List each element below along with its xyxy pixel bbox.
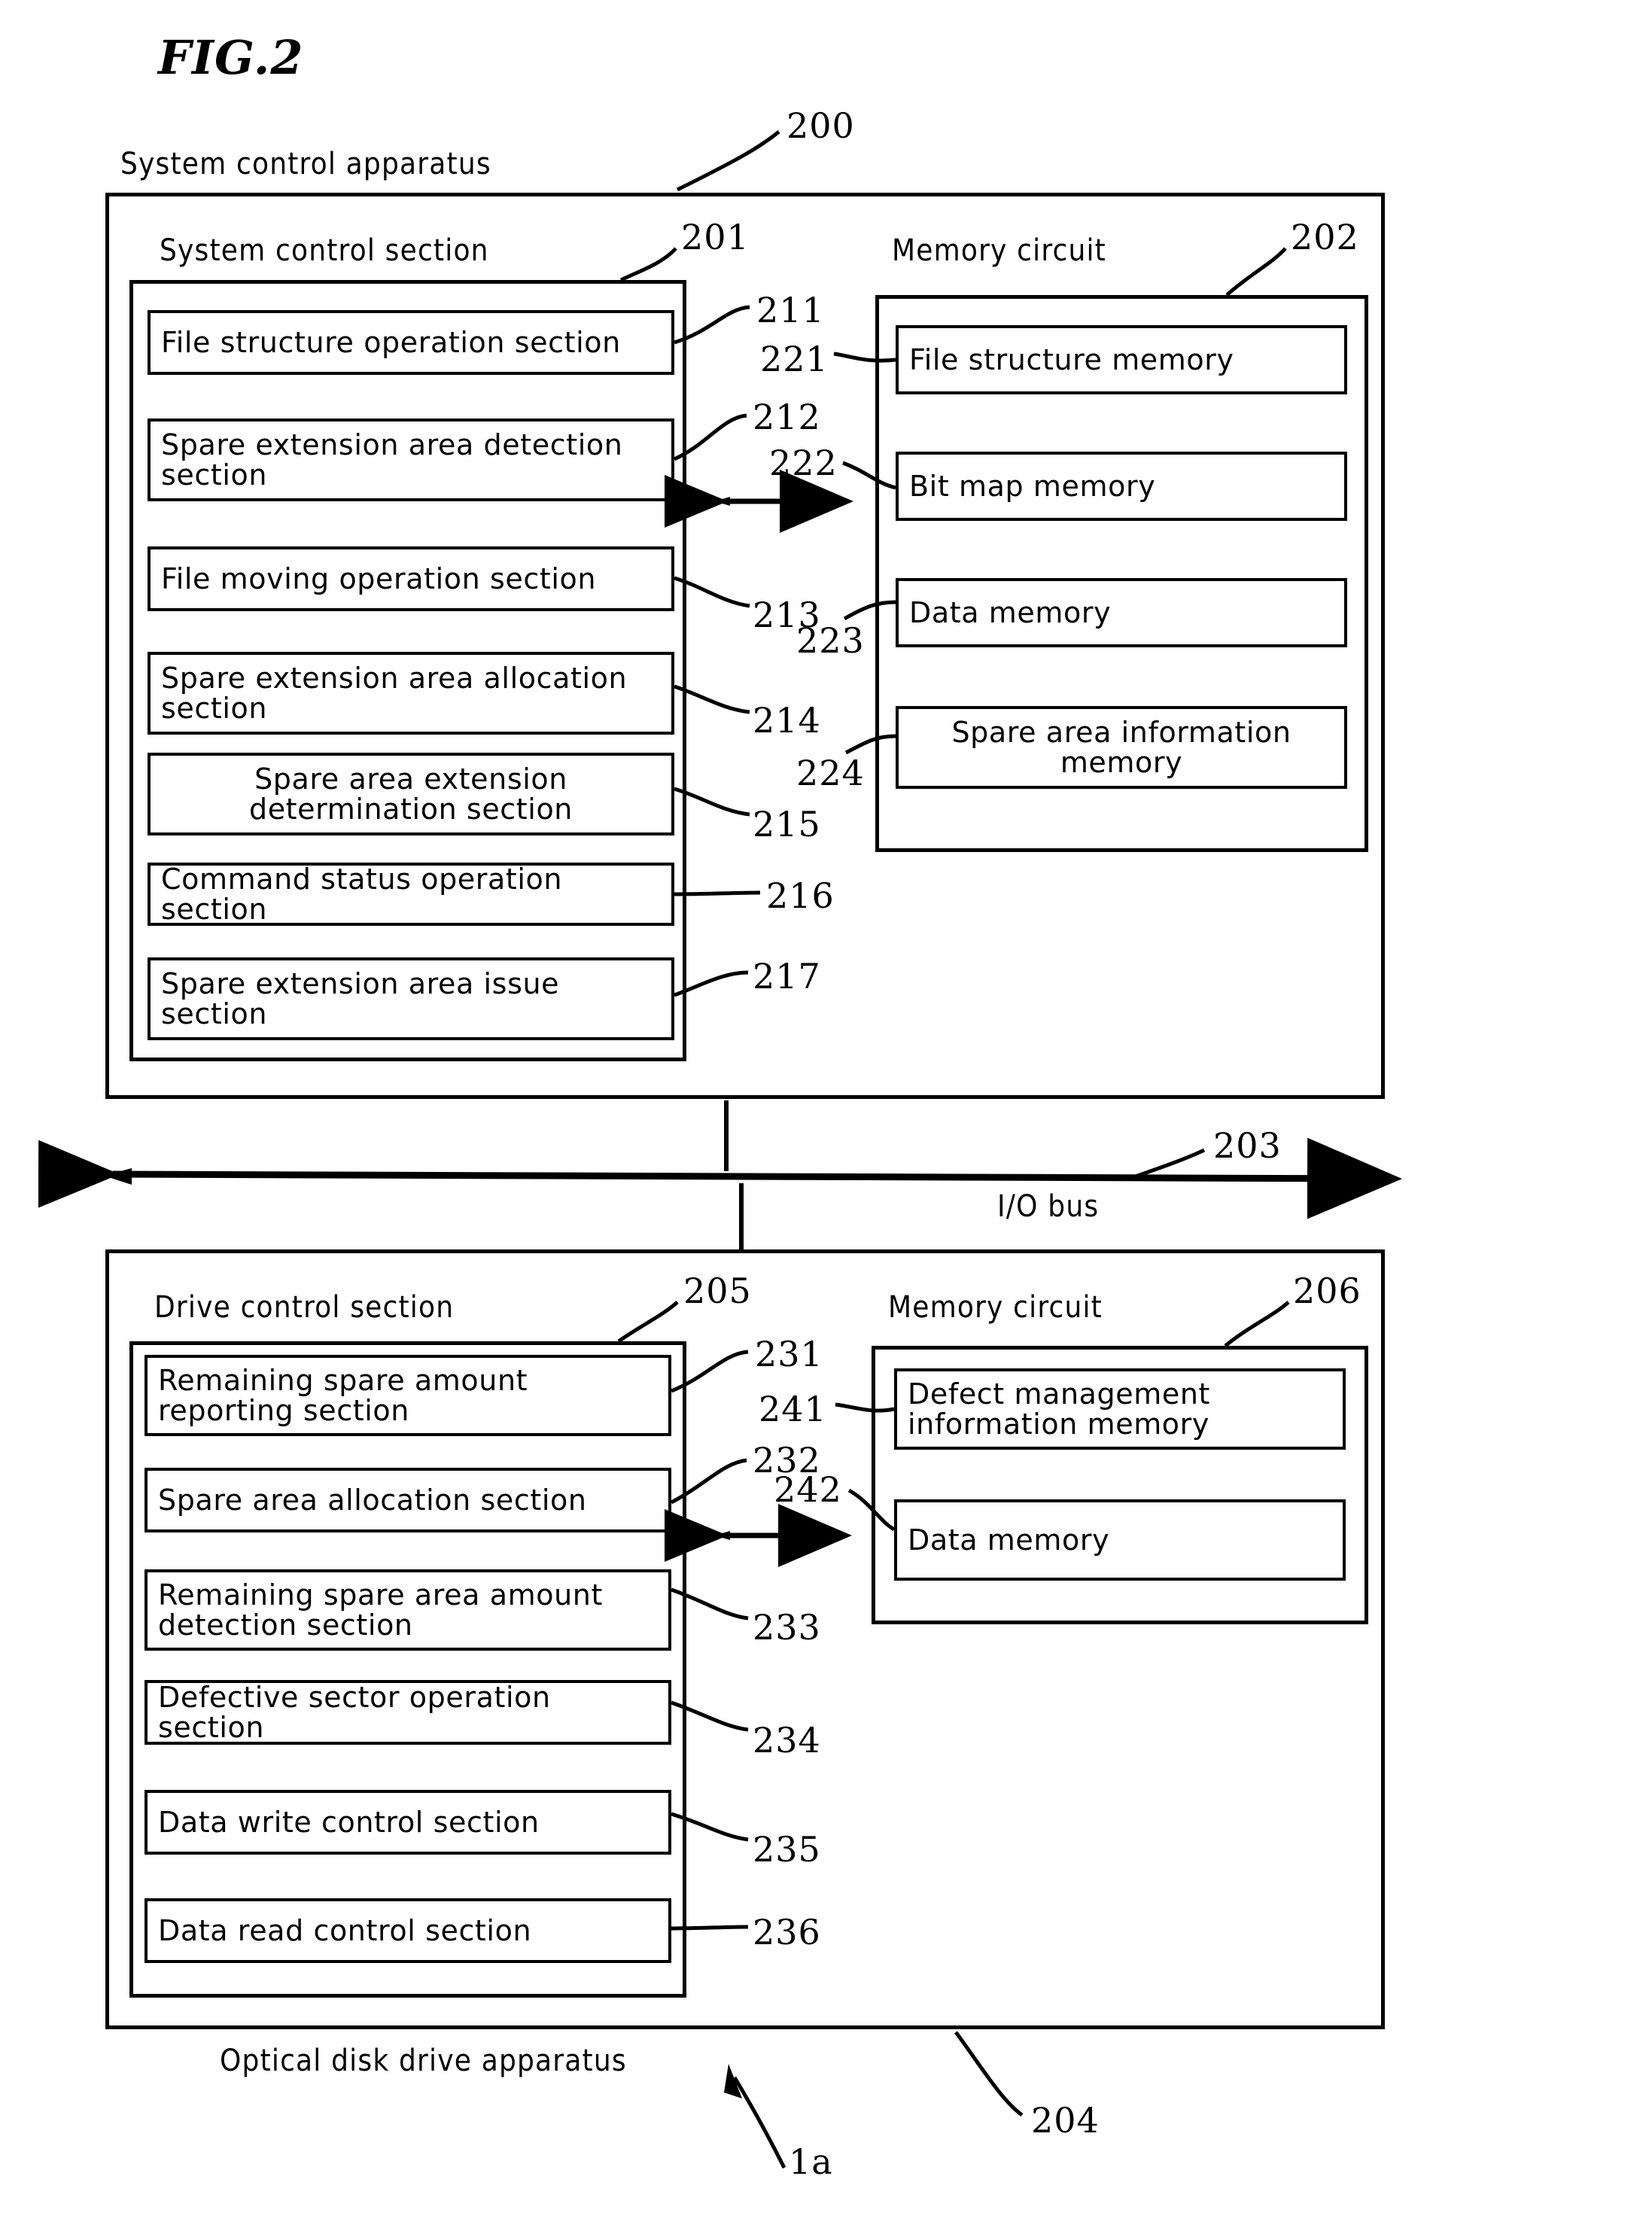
ref-200: 200 — [786, 105, 855, 146]
unit-label: Spare extension area issue section — [161, 966, 560, 1030]
unit-label: Spare extension area detection section — [161, 428, 623, 492]
figure-title: FIG.2 — [158, 30, 304, 85]
unit-label: Data write control section — [158, 1805, 540, 1839]
memory-data-memory-upper[interactable]: Data memory — [896, 578, 1347, 647]
io-bus-label: I/O bus — [997, 1189, 1100, 1224]
ref-236: 236 — [753, 1912, 821, 1952]
memory-label: Data memory — [909, 595, 1112, 629]
ref-206: 206 — [1293, 1271, 1361, 1311]
patent-figure-page: FIG.2 System control apparatus 200 Syste… — [0, 0, 1652, 2240]
ref-202: 202 — [1291, 217, 1359, 257]
ref-235: 235 — [753, 1829, 821, 1870]
memory-defect-management-information-memory[interactable]: Defect management information memory — [894, 1368, 1346, 1450]
leader-203 — [1128, 1148, 1206, 1181]
ref-234: 234 — [753, 1720, 821, 1761]
unit-label: Spare area allocation section — [158, 1483, 587, 1517]
unit-spare-extension-area-detection-section[interactable]: Spare extension area detection section — [148, 418, 674, 501]
memory-label: File structure memory — [909, 342, 1234, 376]
leader-204 — [954, 2031, 1024, 2117]
ref-216: 216 — [766, 875, 835, 916]
unit-defective-sector-operation-section[interactable]: Defective sector operation section — [145, 1680, 671, 1745]
ref-217: 217 — [753, 956, 821, 997]
ref-221: 221 — [760, 339, 829, 379]
ref-223: 223 — [796, 620, 865, 661]
ref-222: 222 — [769, 443, 838, 483]
ref-231: 231 — [755, 1334, 823, 1374]
unit-remaining-spare-area-amount-detection-section[interactable]: Remaining spare area amount detection se… — [145, 1569, 671, 1651]
memory-spare-area-information-memory[interactable]: Spare area information memory — [896, 706, 1347, 789]
unit-label: Spare area extension determination secti… — [248, 762, 573, 826]
system-control-apparatus-label: System control apparatus — [120, 147, 491, 181]
unit-label: Data read control section — [158, 1913, 532, 1947]
ref-211: 211 — [756, 290, 825, 330]
unit-file-moving-operation-section[interactable]: File moving operation section — [148, 546, 674, 611]
unit-remaining-spare-amount-reporting-section[interactable]: Remaining spare amount reporting section — [145, 1355, 671, 1436]
ref-215: 215 — [753, 804, 821, 845]
ref-241: 241 — [759, 1389, 827, 1429]
unit-data-write-control-section[interactable]: Data write control section — [145, 1790, 671, 1855]
unit-label: Remaining spare amount reporting section — [158, 1363, 528, 1427]
memory-label: Defect management information memory — [908, 1377, 1211, 1441]
leader-1a — [732, 2076, 786, 2169]
ref-233: 233 — [753, 1607, 821, 1648]
ref-212: 212 — [753, 397, 821, 437]
ref-205: 205 — [683, 1271, 752, 1311]
unit-label: Defective sector operation section — [158, 1680, 551, 1744]
memory-label: Bit map memory — [909, 469, 1156, 503]
unit-label: Command status operation section — [161, 862, 563, 926]
unit-file-structure-operation-section[interactable]: File structure operation section — [148, 310, 674, 375]
unit-spare-area-allocation-section[interactable]: Spare area allocation section — [145, 1468, 671, 1532]
unit-label: File structure operation section — [161, 325, 621, 359]
memory-data-memory-lower[interactable]: Data memory — [894, 1499, 1346, 1581]
ref-242: 242 — [774, 1469, 842, 1510]
io-bus-line — [38, 1137, 1402, 1219]
ref-201: 201 — [681, 217, 750, 257]
memory-circuit-label-lower: Memory circuit — [888, 1290, 1103, 1325]
unit-label: Spare extension area allocation section — [161, 661, 628, 725]
drive-control-section-label: Drive control section — [154, 1290, 455, 1325]
memory-bit-map-memory[interactable]: Bit map memory — [896, 452, 1347, 521]
unit-label: File moving operation section — [161, 562, 597, 595]
unit-label: Remaining spare area amount detection se… — [158, 1578, 603, 1642]
memory-circuit-label-upper: Memory circuit — [892, 233, 1106, 268]
ref-203: 203 — [1213, 1125, 1282, 1166]
ref-204: 204 — [1031, 2100, 1100, 2141]
unit-spare-extension-area-issue-section[interactable]: Spare extension area issue section — [148, 957, 674, 1040]
optical-disk-drive-apparatus-label: Optical disk drive apparatus — [220, 2044, 627, 2078]
ref-1a: 1a — [789, 2141, 833, 2182]
memory-label: Spare area information memory — [951, 715, 1291, 779]
memory-file-structure-memory[interactable]: File structure memory — [896, 325, 1347, 394]
unit-data-read-control-section[interactable]: Data read control section — [145, 1898, 671, 1963]
unit-spare-area-extension-determination-section[interactable]: Spare area extension determination secti… — [148, 753, 674, 835]
leader-200 — [676, 130, 780, 192]
unit-command-status-operation-section[interactable]: Command status operation section — [148, 863, 674, 926]
system-control-section-label: System control section — [160, 233, 489, 268]
ref-224: 224 — [796, 753, 865, 793]
memory-label: Data memory — [908, 1523, 1110, 1557]
ref-214: 214 — [753, 700, 821, 741]
unit-spare-extension-area-allocation-section[interactable]: Spare extension area allocation section — [148, 652, 674, 735]
